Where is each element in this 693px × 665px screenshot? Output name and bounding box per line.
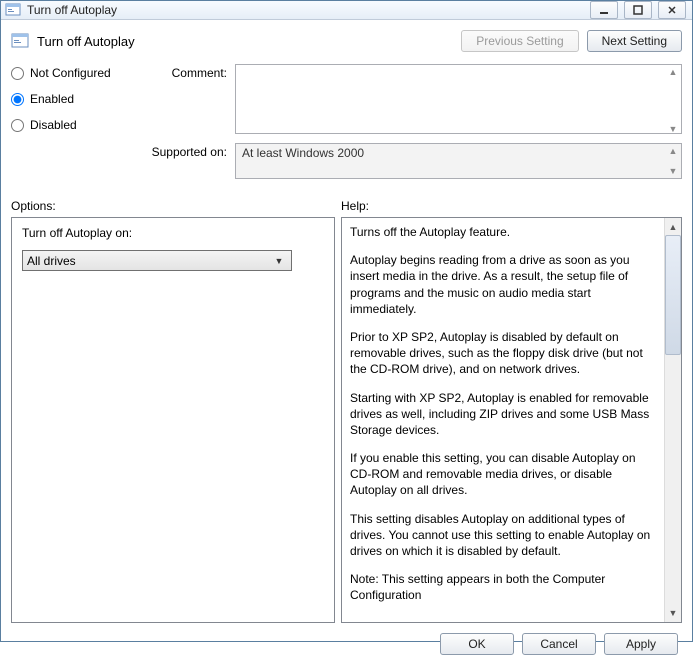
close-button[interactable]: [658, 1, 686, 19]
radio-enabled-input[interactable]: [11, 93, 24, 106]
cancel-button[interactable]: Cancel: [522, 633, 596, 655]
close-icon: [667, 5, 677, 15]
scroll-down-icon[interactable]: ▼: [665, 605, 681, 622]
maximize-icon: [633, 5, 643, 15]
scroll-down-icon[interactable]: ▼: [665, 164, 681, 178]
options-panel: Turn off Autoplay on: All drives ▼: [11, 217, 335, 623]
ok-button[interactable]: OK: [440, 633, 514, 655]
help-paragraph: Note: This setting appears in both the C…: [350, 571, 656, 603]
minimize-icon: [599, 5, 609, 15]
chevron-down-icon: ▼: [271, 256, 287, 266]
nav-buttons: Previous Setting Next Setting: [461, 30, 682, 52]
help-paragraph: Prior to XP SP2, Autoplay is disabled by…: [350, 329, 656, 378]
supported-label: Supported on:: [143, 143, 235, 179]
combobox-value: All drives: [27, 254, 271, 268]
policy-icon: [11, 32, 29, 50]
supported-scroll: ▲ ▼: [665, 144, 681, 178]
comment-scroll: ▲ ▼: [665, 65, 681, 136]
apply-button[interactable]: Apply: [604, 633, 678, 655]
radio-enabled-label: Enabled: [30, 92, 74, 106]
header-row: Turn off Autoplay Previous Setting Next …: [11, 30, 682, 52]
comment-label: Comment:: [143, 64, 235, 137]
help-paragraph: This setting disables Autoplay on additi…: [350, 511, 656, 560]
help-paragraph: Starting with XP SP2, Autoplay is enable…: [350, 390, 656, 439]
dialog-window: Turn off Autoplay Turn off Autoplay Prev…: [0, 0, 693, 642]
dialog-footer: OK Cancel Apply: [11, 623, 682, 657]
radio-enabled[interactable]: Enabled: [11, 92, 131, 106]
option-setting-label: Turn off Autoplay on:: [22, 226, 324, 240]
minimize-button[interactable]: [590, 1, 618, 19]
comment-row: Comment: ▲ ▼: [143, 64, 682, 137]
state-radios: Not Configured Enabled Disabled: [11, 64, 131, 185]
radio-not-configured-input[interactable]: [11, 67, 24, 80]
radio-disabled[interactable]: Disabled: [11, 118, 131, 132]
scroll-up-icon[interactable]: ▲: [665, 218, 681, 235]
top-block: Not Configured Enabled Disabled Comment:: [11, 64, 682, 185]
radio-disabled-label: Disabled: [30, 118, 77, 132]
help-paragraph: Turns off the Autoplay feature.: [350, 224, 656, 240]
radio-not-configured-label: Not Configured: [30, 66, 111, 80]
help-paragraph: If you enable this setting, you can disa…: [350, 450, 656, 499]
panels: Turn off Autoplay on: All drives ▼ Turns…: [11, 217, 682, 623]
titlebar: Turn off Autoplay: [1, 1, 692, 20]
scroll-up-icon[interactable]: ▲: [665, 65, 681, 79]
scroll-down-icon[interactable]: ▼: [665, 122, 681, 136]
help-paragraph: Autoplay begins reading from a drive as …: [350, 252, 656, 317]
maximize-button[interactable]: [624, 1, 652, 19]
help-text: Turns off the Autoplay feature. Autoplay…: [342, 218, 664, 622]
scroll-thumb[interactable]: [665, 235, 681, 355]
next-setting-button[interactable]: Next Setting: [587, 30, 682, 52]
window-title: Turn off Autoplay: [27, 3, 590, 17]
page-title: Turn off Autoplay: [37, 34, 461, 49]
previous-setting-button: Previous Setting: [461, 30, 578, 52]
autoplay-drives-combobox[interactable]: All drives ▼: [22, 250, 292, 271]
supported-row: Supported on: At least Windows 2000 ▲ ▼: [143, 143, 682, 179]
help-label: Help:: [341, 199, 682, 213]
radio-not-configured[interactable]: Not Configured: [11, 66, 131, 80]
supported-on-value: At least Windows 2000: [235, 143, 682, 179]
radio-disabled-input[interactable]: [11, 119, 24, 132]
comment-textarea[interactable]: [235, 64, 682, 134]
help-panel: Turns off the Autoplay feature. Autoplay…: [341, 217, 682, 623]
dialog-content: Turn off Autoplay Previous Setting Next …: [1, 20, 692, 665]
fields-column: Comment: ▲ ▼ Supported on: At least Wind…: [143, 64, 682, 185]
policy-icon: [5, 2, 21, 18]
scroll-track[interactable]: [665, 355, 681, 605]
help-scrollbar[interactable]: ▲ ▼: [664, 218, 681, 622]
options-label: Options:: [11, 199, 341, 213]
scroll-up-icon[interactable]: ▲: [665, 144, 681, 158]
section-labels: Options: Help:: [11, 199, 682, 213]
window-controls: [590, 1, 686, 19]
